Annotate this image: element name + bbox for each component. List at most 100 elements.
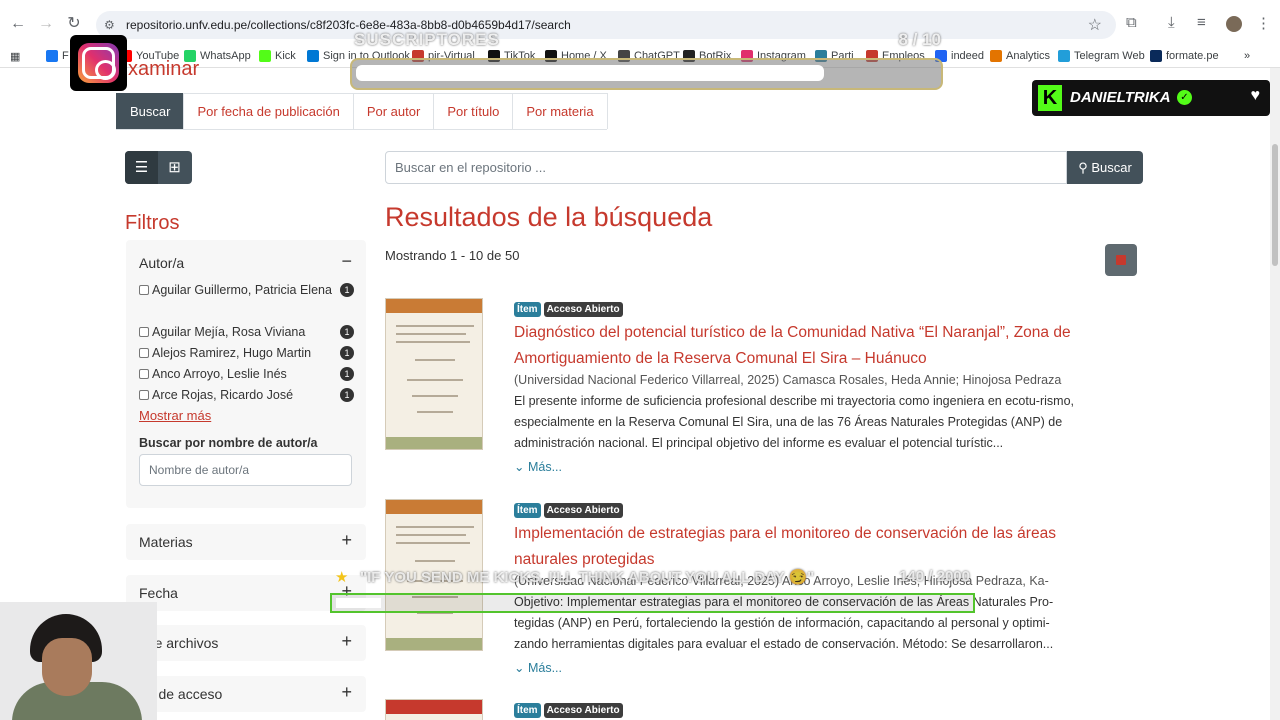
- expand-icon[interactable]: +: [341, 631, 352, 652]
- expand-icon[interactable]: +: [341, 682, 352, 703]
- author-filter-title[interactable]: Autor/a: [139, 255, 184, 271]
- reload-icon[interactable]: ↻: [64, 14, 84, 34]
- tab-por-materia[interactable]: Por materia: [512, 93, 608, 129]
- scroll-thumb[interactable]: [1272, 144, 1278, 266]
- extensions-icon[interactable]: ⧉: [1126, 14, 1137, 31]
- bookmark-label: WhatsApp: [200, 50, 251, 62]
- apps-grid-icon[interactable]: ▦: [10, 50, 20, 63]
- site-info-icon[interactable]: ⚙: [104, 17, 120, 33]
- facet-label: Alejos Ramirez, Hugo Martin: [152, 346, 312, 360]
- bookmark-item[interactable]: Telegram Web: [1058, 50, 1145, 62]
- item-badge: Ítem: [514, 703, 541, 718]
- list-view-icon[interactable]: ☰: [125, 151, 158, 184]
- bookmark-label: indeed: [951, 50, 985, 62]
- back-icon[interactable]: ←: [8, 14, 28, 34]
- facet-count: 1: [340, 346, 354, 360]
- expand-icon[interactable]: +: [341, 530, 352, 551]
- author-facet[interactable]: Aguilar Guillermo, Patricia Elena 1: [139, 280, 354, 301]
- more-toggle[interactable]: ⌄ Más...: [514, 660, 562, 675]
- more-label: Más...: [527, 661, 562, 675]
- bookmark-item[interactable]: Kick: [259, 50, 296, 62]
- result-item: Ítem Acceso Abierto Diagnóstico del pote…: [385, 298, 1075, 478]
- subscriber-goal-overlay: SUSCRIPTORES 8 / 10: [350, 30, 943, 90]
- view-mode-toggle: ☰ ⊞: [125, 151, 192, 184]
- facet-label: Aguilar Mejía, Rosa Viviana: [152, 325, 306, 339]
- facet-checkbox[interactable]: [139, 327, 149, 337]
- item-badge: Ítem: [514, 503, 541, 518]
- access-type-filter-box[interactable]: po de acceso +: [126, 676, 366, 712]
- subjects-filter-box[interactable]: Materias +: [126, 524, 366, 560]
- export-icon: [1116, 255, 1126, 265]
- result-badges: Ítem Acceso Abierto: [514, 703, 623, 718]
- result-badges: Ítem Acceso Abierto: [514, 503, 623, 518]
- grid-view-icon[interactable]: ⊞: [158, 151, 191, 184]
- more-toggle[interactable]: ⌄ Más...: [514, 459, 562, 474]
- facet-checkbox[interactable]: [139, 390, 149, 400]
- results-heading: Resultados de la búsqueda: [385, 202, 713, 232]
- has-files-filter-box[interactable]: ene archivos +: [126, 625, 366, 661]
- open-access-badge: Acceso Abierto: [543, 302, 623, 317]
- kick-logo-icon: K: [1038, 85, 1062, 111]
- result-thumbnail[interactable]: [385, 298, 483, 450]
- collapse-icon[interactable]: −: [341, 251, 352, 272]
- search-icon: ⚲: [1078, 160, 1092, 175]
- facet-label: Arce Rojas, Ricardo José: [152, 388, 294, 402]
- tab-por-autor[interactable]: Por autor: [352, 93, 435, 129]
- kicks-goal-count: 140 / 2000: [899, 568, 970, 585]
- bookmark-favicon-icon: [1058, 50, 1070, 62]
- profile-avatar[interactable]: [1226, 16, 1242, 32]
- sub-goal-label: SUSCRIPTORES: [354, 30, 500, 49]
- bookmark-item[interactable]: formate.pe: [1150, 50, 1219, 62]
- bookmark-item[interactable]: F: [46, 50, 69, 62]
- sub-goal-count: 8 / 10: [898, 30, 941, 49]
- tab-por-fecha[interactable]: Por fecha de publicación: [183, 93, 354, 129]
- facet-checkbox[interactable]: [139, 348, 149, 358]
- menu-kebab-icon[interactable]: ⋮: [1256, 14, 1271, 32]
- result-badges: Ítem Acceso Abierto: [514, 302, 623, 317]
- bookmark-label: formate.pe: [1166, 50, 1219, 62]
- bookmark-label: Telegram Web: [1074, 50, 1145, 62]
- heart-icon: ♥: [1250, 87, 1261, 104]
- bookmark-label: F: [62, 50, 69, 62]
- kicks-goal-label: "IF YOU SEND ME KICKS, I'LL THINK ABOUT …: [360, 569, 815, 586]
- filters-heading: Filtros: [125, 212, 180, 234]
- result-meta: (Universidad Nacional Federico Villarrea…: [514, 373, 1062, 387]
- facet-checkbox[interactable]: [139, 285, 149, 295]
- bookmark-label: Kick: [275, 50, 296, 62]
- facet-checkbox[interactable]: [139, 369, 149, 379]
- repository-search-input[interactable]: Buscar en el repositorio ...: [385, 151, 1067, 184]
- bookmark-star-icon[interactable]: ☆: [1088, 15, 1102, 35]
- result-title-link[interactable]: Diagnóstico del potencial turístico de l…: [514, 320, 1074, 372]
- result-abstract: El presente informe de suficiencia profe…: [514, 394, 1074, 450]
- export-button[interactable]: [1105, 244, 1137, 276]
- facet-label: Anco Arroyo, Leslie Inés: [152, 367, 287, 381]
- search-button[interactable]: ⚲ Buscar: [1067, 151, 1143, 184]
- kicks-goal-overlay: ★ "IF YOU SEND ME KICKS, I'LL THINK ABOU…: [330, 565, 975, 615]
- result-thumbnail[interactable]: [385, 699, 483, 720]
- author-name-input[interactable]: Nombre de autor/a: [139, 454, 352, 486]
- show-more-link[interactable]: Mostrar más: [139, 408, 211, 423]
- download-icon[interactable]: ⤓: [1168, 14, 1175, 31]
- results-count: Mostrando 1 - 10 de 50: [385, 248, 520, 263]
- facet-count: 1: [340, 388, 354, 402]
- bookmark-favicon-icon: [1150, 50, 1162, 62]
- more-bookmarks-icon[interactable]: »: [1244, 50, 1250, 62]
- author-facet[interactable]: Anco Arroyo, Leslie Inés 1: [139, 364, 354, 385]
- bookmark-favicon-icon: [307, 50, 319, 62]
- author-facet[interactable]: Alejos Ramirez, Hugo Martin 1: [139, 343, 354, 364]
- tab-por-titulo[interactable]: Por título: [433, 93, 514, 129]
- tab-buscar[interactable]: Buscar: [116, 93, 185, 129]
- page-title-fragment: xaminar: [128, 58, 200, 80]
- forward-icon[interactable]: →: [36, 14, 56, 34]
- bookmark-item[interactable]: Analytics: [990, 50, 1050, 62]
- author-facet[interactable]: Arce Rojas, Ricardo José 1: [139, 385, 354, 406]
- browse-tabs: Buscar Por fecha de publicación Por auto…: [116, 93, 608, 130]
- page-scrollbar[interactable]: [1270, 68, 1280, 720]
- author-facet[interactable]: Aguilar Mejía, Rosa Viviana 1: [139, 322, 354, 343]
- open-access-badge: Acceso Abierto: [543, 703, 623, 718]
- open-access-badge: Acceso Abierto: [543, 503, 623, 518]
- kick-goal-icon: ★: [335, 569, 349, 586]
- facet-count: 1: [340, 367, 354, 381]
- bookmark-favicon-icon: [46, 50, 58, 62]
- media-control-icon[interactable]: ≡: [1197, 14, 1206, 31]
